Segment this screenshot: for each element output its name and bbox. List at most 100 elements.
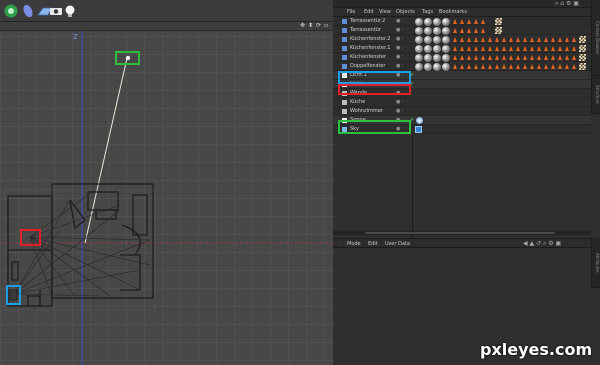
selection-tag-icon[interactable] [481,64,485,69]
menu-view[interactable]: View [379,9,391,15]
material-tag-icon[interactable] [433,27,441,35]
sky-tag-icon[interactable] [415,126,422,133]
side-tab-structure[interactable]: Structure [591,76,600,114]
object-row[interactable]: Küchenfenster ● ∶ [333,53,591,62]
selection-tag-icon[interactable] [544,37,548,42]
selection-tag-icon[interactable] [544,64,548,69]
selection-tag-icon[interactable] [509,37,513,42]
selection-tag-icon[interactable] [551,37,555,42]
selection-tag-icon[interactable] [481,46,485,51]
object-list-scrollbar[interactable] [333,231,591,235]
selection-tag-icon[interactable] [474,37,478,42]
material-tag-icon[interactable] [442,18,450,26]
selection-tag-icon[interactable] [565,46,569,51]
selection-tag-icon[interactable] [565,37,569,42]
sun-tag-icon[interactable] [416,117,423,124]
material-tag-icon[interactable] [442,27,450,35]
selection-tag-icon[interactable] [537,64,541,69]
selection-tag-icon[interactable] [516,64,520,69]
material-tag-icon[interactable] [415,36,423,44]
selection-tag-icon[interactable] [460,19,464,24]
selection-tag-icon[interactable] [467,37,471,42]
material-tag-icon[interactable] [424,36,432,44]
selection-tag-icon[interactable] [460,28,464,33]
selection-tag-icon[interactable] [502,46,506,51]
sphere-icon[interactable] [3,3,19,19]
selection-tag-icon[interactable] [530,55,534,60]
visibility-dots-icon[interactable]: ● ∶ [396,63,403,69]
selection-tag-icon[interactable] [530,37,534,42]
selection-tag-icon[interactable] [467,19,471,24]
selection-tag-icon[interactable] [488,37,492,42]
selection-tag-icon[interactable] [488,55,492,60]
object-row[interactable]: Doppelfenster ● ∶ [333,62,591,71]
selection-tag-icon[interactable] [509,55,513,60]
selection-tag-icon[interactable] [502,64,506,69]
menu-user-data[interactable]: User Data [385,241,410,247]
selection-tag-icon[interactable] [453,46,457,51]
zoom-view-icon[interactable]: ⬍ [308,23,313,29]
selection-tag-icon[interactable] [537,55,541,60]
selection-tag-icon[interactable] [495,37,499,42]
selection-tag-icon[interactable] [537,46,541,51]
selection-tag-icon[interactable] [481,19,485,24]
object-row[interactable]: Küchenfenster.2 ● ∶ [333,35,591,44]
material-tag-icon[interactable] [415,54,423,62]
material-tag-icon[interactable] [433,54,441,62]
visibility-dots-icon[interactable]: ● ∶ [396,36,403,42]
material-tag-icon[interactable] [424,45,432,53]
menu-bookmarks[interactable]: Bookmarks [439,9,467,15]
selection-tag-icon[interactable] [558,55,562,60]
selection-tag-icon[interactable] [474,28,478,33]
deformer-icon[interactable] [20,3,36,19]
selection-tag-icon[interactable] [565,64,569,69]
light-icon[interactable] [62,3,78,19]
selection-tag-icon[interactable] [572,64,576,69]
selection-tag-icon[interactable] [481,37,485,42]
selection-tag-icon[interactable] [544,55,548,60]
selection-tag-icon[interactable] [558,64,562,69]
selection-tag-icon[interactable] [551,46,555,51]
selection-tag-icon[interactable] [474,46,478,51]
material-tag-icon[interactable] [424,18,432,26]
selection-tag-icon[interactable] [453,37,457,42]
object-row[interactable]: Küchenfenster.1 ● ∶ [333,44,591,53]
visibility-dots-icon[interactable]: ● ∶ [396,108,403,114]
visibility-dots-icon[interactable]: ● ∶ [396,45,403,51]
material-tag-icon[interactable] [433,63,441,71]
selection-tag-icon[interactable] [523,46,527,51]
selection-tag-icon[interactable] [460,55,464,60]
selection-tag-icon[interactable] [523,55,527,60]
material-tag-icon[interactable] [442,36,450,44]
selection-tag-icon[interactable] [565,55,569,60]
side-tab-content-browser[interactable]: Content Browser [591,0,600,76]
selection-tag-icon[interactable] [509,46,513,51]
object-row[interactable]: Küche ● ∶ [333,98,591,107]
selection-tag-icon[interactable] [460,64,464,69]
selection-tag-icon[interactable] [488,46,492,51]
selection-tag-icon[interactable] [502,55,506,60]
material-tag-icon[interactable] [415,18,423,26]
texture-tag-icon[interactable] [579,54,586,61]
selection-tag-icon[interactable] [481,28,485,33]
object-row[interactable]: Terrassentür ● ∶ [333,26,591,35]
material-tag-icon[interactable] [442,45,450,53]
selection-tag-icon[interactable] [453,55,457,60]
selection-tag-icon[interactable] [467,28,471,33]
material-tag-icon[interactable] [433,18,441,26]
selection-tag-icon[interactable] [453,28,457,33]
nav-arrows-icon[interactable]: ◀ ▲ ↺ ⌕ ⚙ ▣ [523,240,561,248]
scrollbar-thumb[interactable] [365,232,555,234]
menu-am-edit[interactable]: Edit [368,241,378,247]
texture-tag-icon[interactable] [495,27,502,34]
maximize-view-icon[interactable]: ▫ [324,23,328,29]
object-row[interactable]: Terrassentür.2 ● ∶ [333,17,591,26]
menu-objects[interactable]: Objects [396,9,415,15]
selection-tag-icon[interactable] [516,55,520,60]
selection-tag-icon[interactable] [474,55,478,60]
3d-viewport[interactable]: Z ✥ ⬍ ⟳ ▫ [0,0,333,365]
selection-tag-icon[interactable] [551,55,555,60]
texture-tag-icon[interactable] [579,63,586,70]
material-tag-icon[interactable] [442,54,450,62]
selection-tag-icon[interactable] [530,64,534,69]
